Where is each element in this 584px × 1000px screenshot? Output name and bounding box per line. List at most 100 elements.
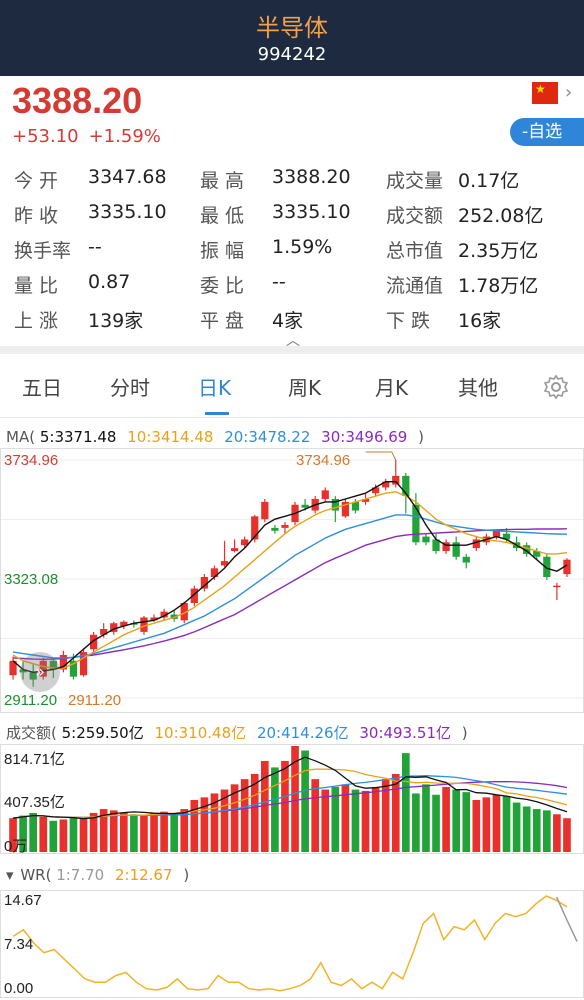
volume-bar [130, 814, 138, 852]
candle-body [230, 548, 239, 551]
collapse-triangle-icon: ▾ [6, 866, 14, 884]
volume-axis-top: 814.71亿 [4, 751, 65, 768]
stat-label: 成交量 [386, 170, 444, 192]
stat-label: 换手率 [14, 240, 72, 262]
volume-bar [321, 789, 330, 852]
candlestick-chart[interactable] [0, 448, 584, 713]
stat-label: 上 涨 [14, 310, 59, 332]
price-axis-top: 3734.96 [4, 452, 59, 469]
change-percent: +1.59% [88, 126, 161, 147]
stat-value: 252.08亿 [458, 205, 544, 227]
stat-value: 1.59% [272, 236, 333, 258]
tab-weekly-k[interactable]: 周K [288, 372, 321, 401]
price-axis-mid: 3323.08 [4, 571, 59, 588]
volume-legend: 成交额( 5:259.50亿 10:310.48亿 20:414.26亿 30:… [6, 722, 474, 743]
legend-ma30: 30:3496.69 [321, 428, 408, 446]
volume-bar [140, 815, 148, 852]
tab-other[interactable]: 其他 [458, 372, 498, 401]
stock-code: 994242 [257, 44, 327, 65]
change-amount: +53.10 [12, 126, 79, 147]
stat-value: 3347.68 [88, 166, 167, 188]
volume-bar [69, 818, 78, 852]
add-favorite-button[interactable]: -自选 [510, 118, 584, 146]
stat-label: 平 盘 [200, 310, 245, 332]
chart-frame [0, 890, 584, 998]
stat-label: 振 幅 [200, 240, 245, 262]
volume-bar [331, 786, 340, 852]
volume-bar [180, 809, 189, 852]
stat-value: 0.87 [88, 271, 131, 293]
stat-value: 4家 [272, 310, 304, 332]
volume-chart[interactable] [0, 744, 584, 854]
volume-bar [281, 760, 289, 852]
app-header: 半导体 994242 [0, 0, 584, 76]
tab-daily-k[interactable]: 日K [198, 372, 231, 401]
stat-value: -- [88, 236, 102, 258]
volume-bar [29, 812, 38, 852]
max-marker-leader [365, 451, 397, 461]
wr-chart[interactable] [0, 890, 584, 998]
stat-label: 最 低 [200, 205, 245, 227]
price-change: +53.10 +1.59% [12, 126, 161, 147]
stat-label: 昨 收 [14, 205, 59, 227]
volume-bar [532, 809, 541, 852]
page-title: 半导体 [256, 14, 328, 42]
candle-body [321, 490, 329, 499]
volume-bar [442, 786, 450, 852]
candle-body [261, 501, 269, 520]
volume-bar [391, 773, 400, 852]
settings-gear-icon[interactable] [543, 374, 569, 400]
drag-handle[interactable]: » [20, 652, 60, 692]
tab-five-day[interactable]: 五日 [22, 372, 62, 401]
volume-bar [301, 750, 309, 852]
stat-value: 1.78万亿 [458, 275, 539, 297]
ma-legend: MA( 5:3371.48 10:3414.48 20:3478.22 30:3… [6, 428, 430, 446]
legend-suffix: ) [461, 724, 468, 742]
volume-bar [39, 816, 48, 852]
stat-label: 委 比 [200, 275, 245, 297]
candle-body [553, 585, 561, 588]
tab-monthly-k[interactable]: 月K [375, 372, 408, 401]
stat-label: 量 比 [14, 275, 59, 297]
candle-body [301, 504, 309, 508]
min-price-marker: 2911.20 [68, 692, 122, 709]
candle-body [412, 504, 420, 543]
legend-suffix: ) [418, 428, 424, 446]
stat-label: 流通值 [386, 275, 444, 297]
legend-suffix: ) [183, 866, 190, 884]
volume-bar [422, 784, 430, 852]
price-axis-bottom: 2911.20 [4, 692, 58, 709]
tab-intraday[interactable]: 分时 [110, 372, 150, 401]
stat-value: 3335.10 [88, 201, 167, 223]
volume-bar [522, 806, 531, 852]
cn-flag-icon[interactable]: ★ [532, 82, 558, 104]
legend-prefix: WR( [20, 866, 52, 884]
volume-bar [502, 796, 511, 852]
volume-bar [79, 817, 88, 852]
stat-value: 2.35万亿 [458, 240, 539, 262]
stat-value: 3388.20 [272, 166, 351, 188]
stat-value: 3335.10 [272, 201, 351, 223]
max-price-marker: 3734.96 [296, 452, 351, 469]
volume-bar [462, 792, 471, 852]
chevron-right-icon[interactable]: › [565, 82, 572, 103]
volume-bar [542, 810, 551, 852]
stat-value: -- [272, 271, 286, 293]
stat-label: 下 跌 [386, 310, 431, 332]
stat-label: 最 高 [200, 170, 245, 192]
legend-ma10: 10:310.48亿 [154, 724, 247, 742]
volume-bar [452, 789, 461, 852]
candle-body [281, 524, 289, 528]
stats-row: 昨 收 3335.10 最 低 3335.10 成交额 252.08亿 [0, 201, 584, 236]
volume-axis-mid: 407.35亿 [4, 794, 65, 811]
legend-prefix: MA( [6, 428, 36, 446]
stat-label: 成交额 [386, 205, 444, 227]
stats-row: 换手率 -- 振 幅 1.59% 总市值 2.35万亿 [0, 236, 584, 271]
volume-bar [371, 786, 380, 852]
wr-axis-top: 14.67 [4, 892, 42, 909]
candle-body [422, 536, 430, 543]
volume-bar [170, 814, 179, 852]
legend-ma5: 5:3371.48 [39, 428, 117, 446]
volume-bar [412, 793, 420, 852]
stats-row: 今 开 3347.68 最 高 3388.20 成交量 0.17亿 [0, 166, 584, 201]
